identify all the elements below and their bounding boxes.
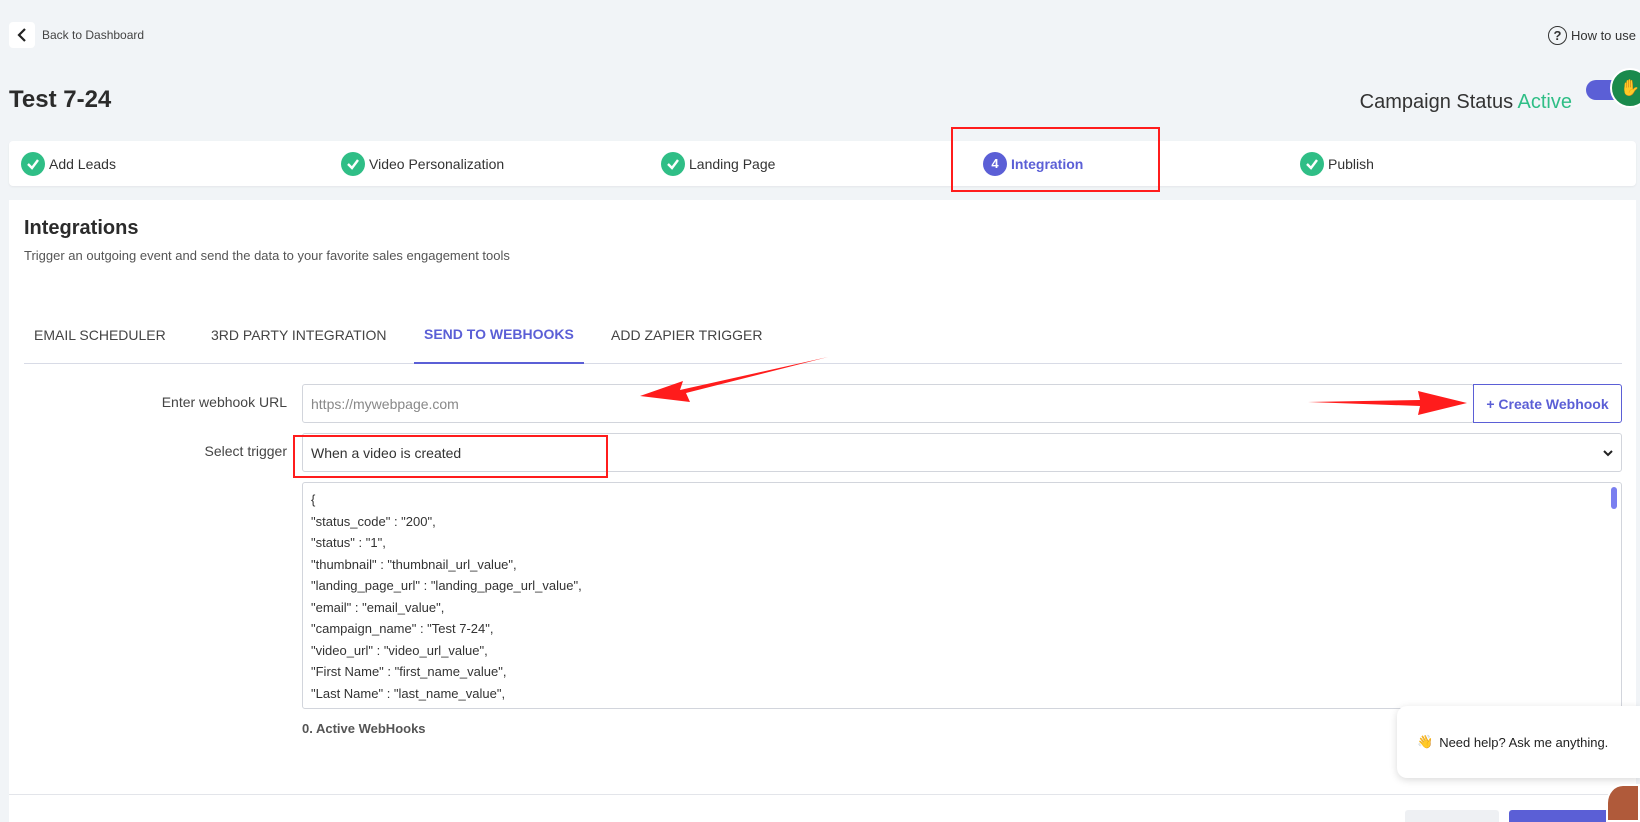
payload-line: "thumbnail" : "thumbnail_url_value",: [311, 556, 517, 572]
how-to-use-label: How to use: [1570, 28, 1636, 43]
payload-line: "First Name" : "first_name_value",: [311, 664, 507, 679]
payload-line: "Last Name" : "last_name_value",: [311, 685, 506, 701]
chevron-down-icon: [1603, 450, 1613, 457]
progress-stepper: Add Leads Video Personalization Landing …: [9, 141, 1636, 186]
page-title: Test 7-24: [9, 86, 112, 113]
step-add-leads[interactable]: Add Leads: [21, 141, 116, 186]
annotation-box-trigger: [293, 435, 608, 478]
footer-divider: [9, 794, 1636, 795]
question-icon: ?: [1547, 26, 1567, 45]
chat-avatar[interactable]: [1606, 784, 1640, 822]
tab-send-to-webhooks[interactable]: SEND TO WEBHOOKS: [414, 305, 584, 364]
integration-tabs: EMAIL SCHEDULER 3RD PARTY INTEGRATION SE…: [24, 305, 1622, 364]
step-landing-page[interactable]: Landing Page: [661, 141, 775, 186]
step-label: Video Personalization: [369, 155, 505, 172]
step-label: Add Leads: [49, 155, 116, 172]
step-label: Publish: [1328, 155, 1374, 172]
check-icon: [341, 151, 365, 176]
payload-line: "status_code" : "200",: [311, 513, 436, 529]
top-bar: Back to Dashboard ? How to use: [0, 0, 1640, 70]
tab-email-scheduler[interactable]: EMAIL SCHEDULER: [24, 305, 176, 364]
integrations-title: Integrations: [24, 217, 139, 239]
campaign-status-label: Campaign Status: [1359, 91, 1514, 113]
check-icon: [21, 151, 45, 176]
chat-text: Need help? Ask me anything.: [1439, 734, 1609, 750]
payload-line: "campaign_name" : "Test 7-24",: [311, 621, 494, 636]
create-webhook-button[interactable]: + Create Webhook: [1473, 384, 1622, 423]
payload-line: "status" : "1",: [311, 535, 386, 550]
integrations-card: Integrations Trigger an outgoing event a…: [9, 200, 1636, 822]
annotation-box-integration: [951, 127, 1160, 192]
tab-add-zapier-trigger[interactable]: ADD ZAPIER TRIGGER: [601, 305, 772, 364]
webhook-url-input[interactable]: https://mywebpage.com: [302, 384, 1474, 423]
check-icon: [661, 151, 685, 176]
payload-line: {: [311, 492, 316, 507]
select-trigger-label: Select trigger: [204, 443, 287, 459]
step-publish[interactable]: Publish: [1300, 141, 1374, 186]
back-step-button[interactable]: [1405, 810, 1499, 822]
back-button[interactable]: [9, 22, 35, 48]
campaign-status: Campaign Status Active: [1360, 91, 1572, 114]
step-label: Landing Page: [689, 155, 776, 172]
webhook-payload-textarea[interactable]: { "status_code" : "200", "status" : "1",…: [302, 482, 1622, 709]
tab-3rd-party-integration[interactable]: 3RD PARTY INTEGRATION: [201, 305, 397, 364]
wave-icon: 👋: [1417, 734, 1434, 749]
wave-hand-icon[interactable]: ✋: [1610, 68, 1640, 108]
how-to-use-link[interactable]: ? How to use: [1547, 26, 1636, 45]
integrations-subtitle: Trigger an outgoing event and send the d…: [24, 248, 510, 263]
payload-line: "landing_page_url" : "landing_page_url_v…: [311, 578, 582, 593]
help-chat-bubble[interactable]: 👋 Need help? Ask me anything.: [1397, 706, 1640, 778]
campaign-status-value: Active: [1517, 91, 1572, 113]
payload-line: "email" : "email_value",: [311, 599, 445, 615]
chevron-left-icon: [17, 28, 26, 42]
payload-line: "video_url" : "video_url_value",: [311, 642, 488, 658]
webhook-url-label: Enter webhook URL: [161, 394, 287, 410]
payload-scrollbar[interactable]: [1611, 487, 1617, 509]
back-to-dashboard-link[interactable]: Back to Dashboard: [42, 28, 144, 42]
active-webhooks-count: 0. Active WebHooks: [302, 721, 426, 736]
step-video-personalization[interactable]: Video Personalization: [341, 141, 504, 186]
check-icon: [1300, 151, 1324, 176]
